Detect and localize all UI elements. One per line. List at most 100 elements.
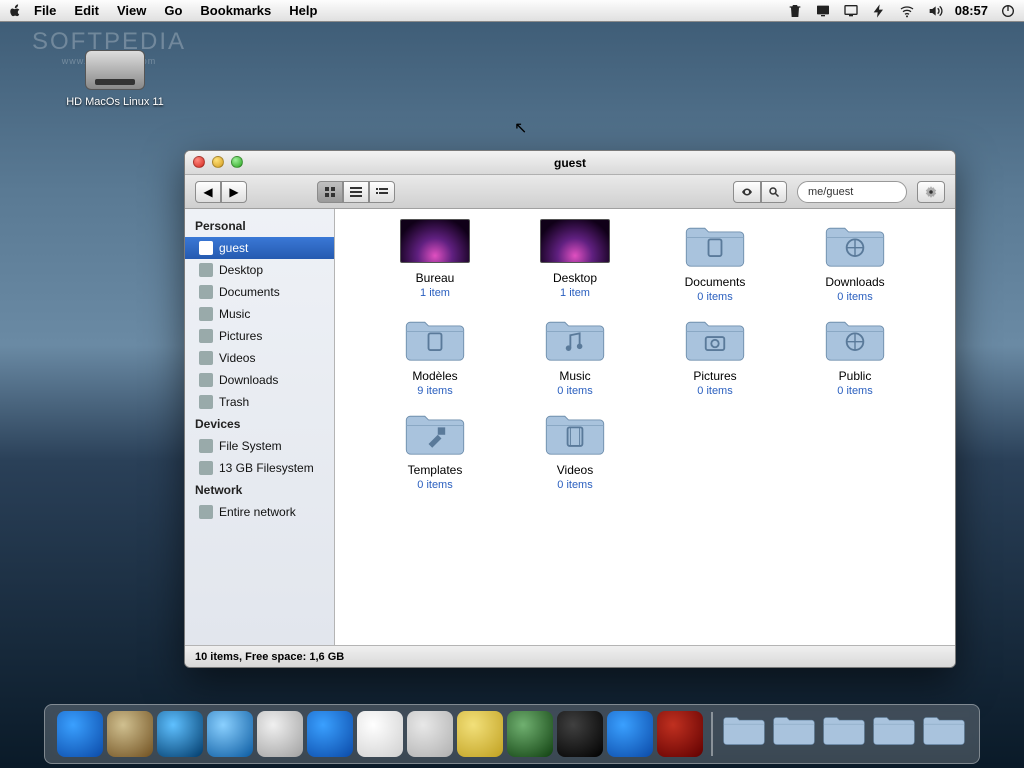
dock-app-itunes[interactable] (607, 711, 653, 757)
folder-icon (822, 219, 888, 269)
dock-app-finder[interactable] (57, 711, 103, 757)
file-item-music[interactable]: Music0 items (505, 313, 645, 397)
dock-app-mail[interactable] (257, 711, 303, 757)
file-item-pictures[interactable]: Pictures0 items (645, 313, 785, 397)
folder-icon (402, 313, 468, 363)
menu-go[interactable]: Go (164, 3, 182, 18)
dock-app-notes[interactable] (457, 711, 503, 757)
statusbar: 10 items, Free space: 1,6 GB (185, 645, 955, 667)
close-button[interactable] (193, 156, 205, 168)
file-name: Videos (505, 463, 645, 477)
path-search-field[interactable]: me/guest (797, 181, 907, 203)
power-icon[interactable] (1000, 3, 1016, 19)
minimize-button[interactable] (212, 156, 224, 168)
menu-help[interactable]: Help (289, 3, 317, 18)
dock-app-launchpad[interactable] (107, 711, 153, 757)
apple-menu-icon[interactable] (8, 4, 22, 18)
dock (44, 704, 980, 764)
view-mode-segment (317, 181, 395, 203)
file-item-documents[interactable]: Documents0 items (645, 219, 785, 303)
dock-app-garageband[interactable] (507, 711, 553, 757)
zoom-button[interactable] (231, 156, 243, 168)
sidebar-item-label: Downloads (219, 373, 278, 387)
dock-videos-stack[interactable] (871, 711, 917, 757)
dock-app-safari[interactable] (207, 711, 253, 757)
display-filled-icon[interactable] (815, 3, 831, 19)
pictures-icon (199, 329, 213, 343)
view-icons-button[interactable] (317, 181, 343, 203)
trash-icon (199, 395, 213, 409)
forward-button[interactable]: ▶ (221, 181, 247, 203)
bolt-icon[interactable] (871, 3, 887, 19)
documents-icon (199, 285, 213, 299)
file-item-desktop[interactable]: Desktop1 item (505, 219, 645, 303)
menu-bookmarks[interactable]: Bookmarks (200, 3, 271, 18)
dock-app-calendar[interactable] (357, 711, 403, 757)
dock-downloads-stack[interactable] (921, 711, 967, 757)
sidebar-item-label: Music (219, 307, 250, 321)
file-item-public[interactable]: Public 0 items (785, 313, 925, 397)
sidebar-item-pictures[interactable]: Pictures (185, 325, 334, 347)
menubar: File Edit View Go Bookmarks Help 08:57 (0, 0, 1024, 22)
cursor-icon: ↖ (514, 118, 527, 138)
back-button[interactable]: ◀ (195, 181, 221, 203)
view-compact-button[interactable] (369, 181, 395, 203)
settings-gear-button[interactable] (917, 181, 945, 203)
sidebar-item-trash[interactable]: Trash (185, 391, 334, 413)
sidebar-item-label: Videos (219, 351, 255, 365)
file-name: Desktop (505, 271, 645, 285)
file-item-count: 1 item (365, 287, 505, 299)
menu-view[interactable]: View (117, 3, 146, 18)
file-item-modèles[interactable]: Modèles9 items (365, 313, 505, 397)
file-item-count: 0 items (785, 385, 925, 397)
menu-edit[interactable]: Edit (74, 3, 99, 18)
file-name: Music (505, 369, 645, 383)
sidebar-header: Devices (185, 413, 334, 435)
preview-toggle-button[interactable] (733, 181, 761, 203)
sidebar-item-entire-network[interactable]: Entire network (185, 501, 334, 523)
folder-icon (822, 313, 888, 363)
files-pane[interactable]: Bureau1 itemDesktop1 itemDocuments0 item… (335, 209, 955, 645)
dock-app-messages[interactable] (307, 711, 353, 757)
window-title: guest (554, 156, 586, 170)
menu-file[interactable]: File (34, 3, 56, 18)
display-outline-icon[interactable] (843, 3, 859, 19)
file-item-downloads[interactable]: Downloads0 items (785, 219, 925, 303)
file-item-videos[interactable]: Videos0 items (505, 407, 645, 491)
desktop-hd-label: HD MacOs Linux 11 (60, 96, 170, 108)
titlebar[interactable]: guest (185, 151, 955, 175)
file-name: Documents (645, 275, 785, 289)
file-manager-window: guest ◀ ▶ me/guest PersonalguestDesktopD… (184, 150, 956, 668)
search-button[interactable] (761, 181, 787, 203)
dock-pictures-stack[interactable] (771, 711, 817, 757)
dock-documents-stack[interactable] (721, 711, 767, 757)
sidebar-item-desktop[interactable]: Desktop (185, 259, 334, 281)
volume-icon[interactable] (927, 3, 943, 19)
sidebar-item-label: guest (219, 241, 248, 255)
dock-app-reminders[interactable] (407, 711, 453, 757)
trash-menuicon[interactable] (787, 3, 803, 19)
sidebar-item-13-gb-filesystem[interactable]: 13 GB Filesystem (185, 457, 334, 479)
file-name: Modèles (365, 369, 505, 383)
file-name: Templates (365, 463, 505, 477)
files-grid: Bureau1 itemDesktop1 itemDocuments0 item… (335, 219, 955, 491)
sidebar-item-music[interactable]: Music (185, 303, 334, 325)
file-item-bureau[interactable]: Bureau1 item (365, 219, 505, 303)
sidebar-item-documents[interactable]: Documents (185, 281, 334, 303)
dock-app-photobooth[interactable] (657, 711, 703, 757)
wifi-icon[interactable] (899, 3, 915, 19)
dock-app-imovie[interactable] (557, 711, 603, 757)
sidebar-item-downloads[interactable]: Downloads (185, 369, 334, 391)
file-item-templates[interactable]: Templates0 items (365, 407, 505, 491)
dock-music-stack[interactable] (821, 711, 867, 757)
sidebar-item-guest[interactable]: guest (185, 237, 334, 259)
sidebar-item-label: Pictures (219, 329, 262, 343)
view-list-button[interactable] (343, 181, 369, 203)
dock-app-mission[interactable] (157, 711, 203, 757)
desktop-hd-icon[interactable]: HD MacOs Linux 11 (60, 50, 170, 108)
sidebar-item-label: Entire network (219, 505, 296, 519)
clock[interactable]: 08:57 (955, 3, 988, 18)
sidebar-item-file-system[interactable]: File System (185, 435, 334, 457)
file-name: Public (785, 369, 925, 383)
sidebar-item-videos[interactable]: Videos (185, 347, 334, 369)
